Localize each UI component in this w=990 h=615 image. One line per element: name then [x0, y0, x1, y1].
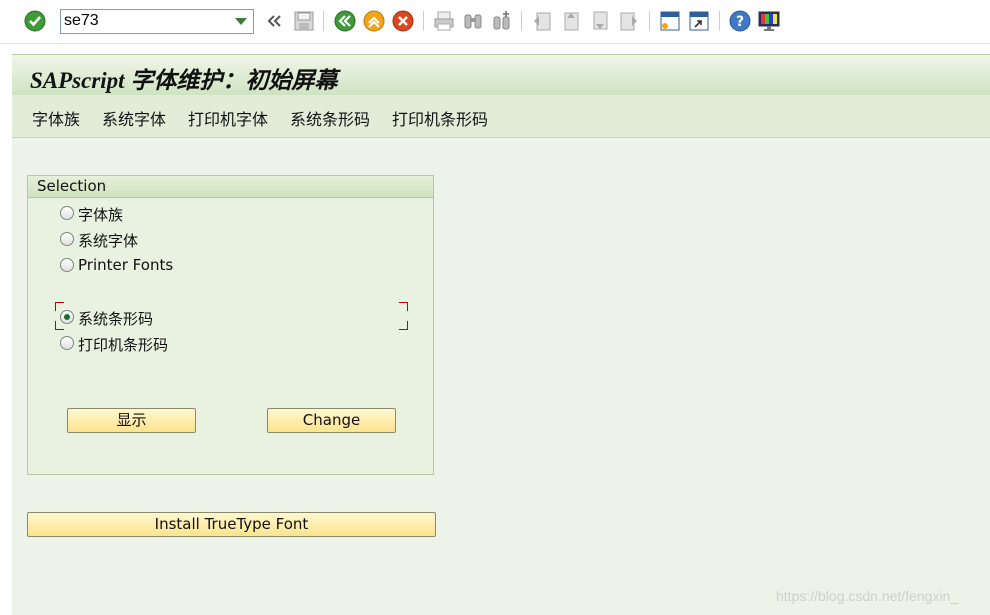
menu-item-printer-barcodes[interactable]: 打印机条形码 — [392, 106, 488, 130]
back-icon[interactable] — [333, 9, 357, 33]
menu-item-system-fonts[interactable]: 系统字体 — [102, 106, 166, 130]
radio-label-font-family: 字体族 — [78, 206, 124, 224]
standard-toolbar: ? — [0, 0, 990, 44]
last-page-icon[interactable] — [617, 9, 641, 33]
cancel-icon[interactable] — [391, 9, 415, 33]
first-page-icon[interactable] — [530, 9, 554, 33]
radio-label-printer-barcodes: 打印机条形码 — [78, 336, 169, 354]
install-truetype-font-button[interactable]: Install TrueType Font — [27, 512, 436, 537]
menu-item-printer-fonts[interactable]: 打印机字体 — [188, 106, 268, 130]
radio-printer-fonts[interactable] — [60, 258, 74, 272]
radio-system-fonts[interactable] — [60, 232, 74, 246]
menu-item-font-family[interactable]: 字体族 — [32, 106, 80, 130]
save-icon[interactable] — [292, 9, 316, 33]
application-toolbar: 字体族 系统字体 打印机字体 系统条形码 打印机条形码 — [12, 95, 990, 138]
next-page-icon[interactable] — [588, 9, 612, 33]
enter-icon[interactable] — [23, 9, 47, 33]
command-field[interactable] — [60, 9, 254, 34]
customize-layout-icon[interactable] — [757, 9, 781, 33]
focus-corner-tl — [55, 302, 64, 311]
prev-page-icon[interactable] — [559, 9, 583, 33]
back-double-icon[interactable] — [262, 9, 286, 33]
radio-label-printer-fonts: Printer Fonts — [78, 256, 174, 274]
chevron-down-icon[interactable] — [235, 18, 247, 25]
selection-group: Selection 字体族 系统字体 Printer Fonts 系统条形码 打… — [27, 175, 434, 475]
selection-title: Selection — [37, 177, 107, 195]
menu-item-system-barcodes[interactable]: 系统条形码 — [290, 106, 370, 130]
help-icon[interactable]: ? — [728, 9, 752, 33]
watermark: https://blog.csdn.net/fengxin_ — [776, 588, 959, 604]
left-strip — [0, 44, 12, 615]
svg-text:?: ? — [736, 14, 744, 30]
change-button[interactable]: Change — [267, 408, 396, 433]
display-button[interactable]: 显示 — [67, 408, 196, 433]
print-icon[interactable] — [432, 9, 456, 33]
radio-font-family[interactable] — [60, 206, 74, 220]
find-next-icon[interactable] — [490, 9, 514, 33]
radio-system-barcodes[interactable] — [60, 310, 74, 324]
radio-label-system-fonts: 系统字体 — [78, 232, 139, 250]
title-bar: SAPscript 字体维护：初始屏幕 — [12, 54, 990, 96]
page-title: SAPscript 字体维护：初始屏幕 — [30, 68, 338, 93]
radio-label-system-barcodes: 系统条形码 — [78, 310, 154, 328]
command-input[interactable] — [64, 11, 224, 31]
shortcut-icon[interactable] — [687, 9, 711, 33]
exit-icon[interactable] — [362, 9, 386, 33]
focus-corner-tr — [399, 302, 408, 311]
focus-corner-br — [399, 321, 408, 330]
create-session-icon[interactable] — [658, 9, 682, 33]
selection-header: Selection — [28, 176, 433, 198]
radio-printer-barcodes[interactable] — [60, 336, 74, 350]
find-icon[interactable] — [461, 9, 485, 33]
main-content: Selection 字体族 系统字体 Printer Fonts 系统条形码 打… — [12, 138, 990, 615]
